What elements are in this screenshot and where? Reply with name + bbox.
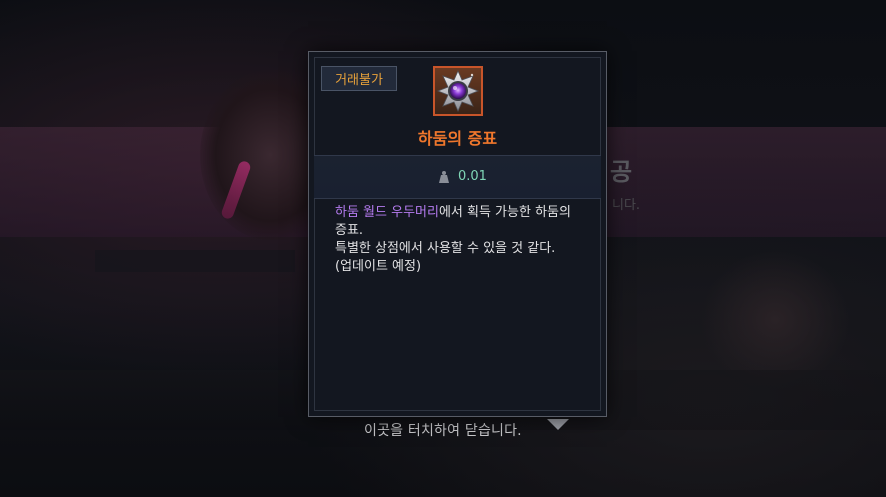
- item-name: 하둠의 증표: [417, 129, 498, 148]
- background-title: 공: [610, 158, 633, 186]
- divider: [314, 198, 601, 199]
- background-bar: [95, 250, 295, 272]
- description-text: 특별한 상점에서 사용할 수 있을 것 같다.: [335, 241, 556, 256]
- trade-restriction-badge: 거래불가: [321, 66, 397, 91]
- weight-row: 0.01: [314, 156, 601, 198]
- item-tooltip-panel: 거래불가 하둠의 증표 0.01 하둠 월드 우두머리에서 획득 가능한 하둠의…: [308, 51, 607, 417]
- item-weight: 0.01: [458, 169, 487, 184]
- background-subtitle: 니다.: [612, 198, 641, 213]
- chevron-down-icon[interactable]: [547, 419, 569, 430]
- item-description: 하둠 월드 우두머리에서 획득 가능한 하둠의 증표. 특별한 상점에서 사용할…: [335, 204, 585, 276]
- description-text: 에서 획득 가능한 하둠의: [438, 205, 571, 220]
- description-text: (업데이트 예정): [335, 259, 422, 274]
- description-text: 증표.: [335, 223, 364, 238]
- hadum-badge-icon: [433, 66, 483, 116]
- weight-icon: [439, 171, 449, 183]
- background-character-art: [700, 250, 850, 390]
- description-highlight: 하둠 월드 우두머리: [335, 205, 439, 220]
- close-hint[interactable]: 이곳을 터치하여 닫습니다.: [364, 420, 522, 440]
